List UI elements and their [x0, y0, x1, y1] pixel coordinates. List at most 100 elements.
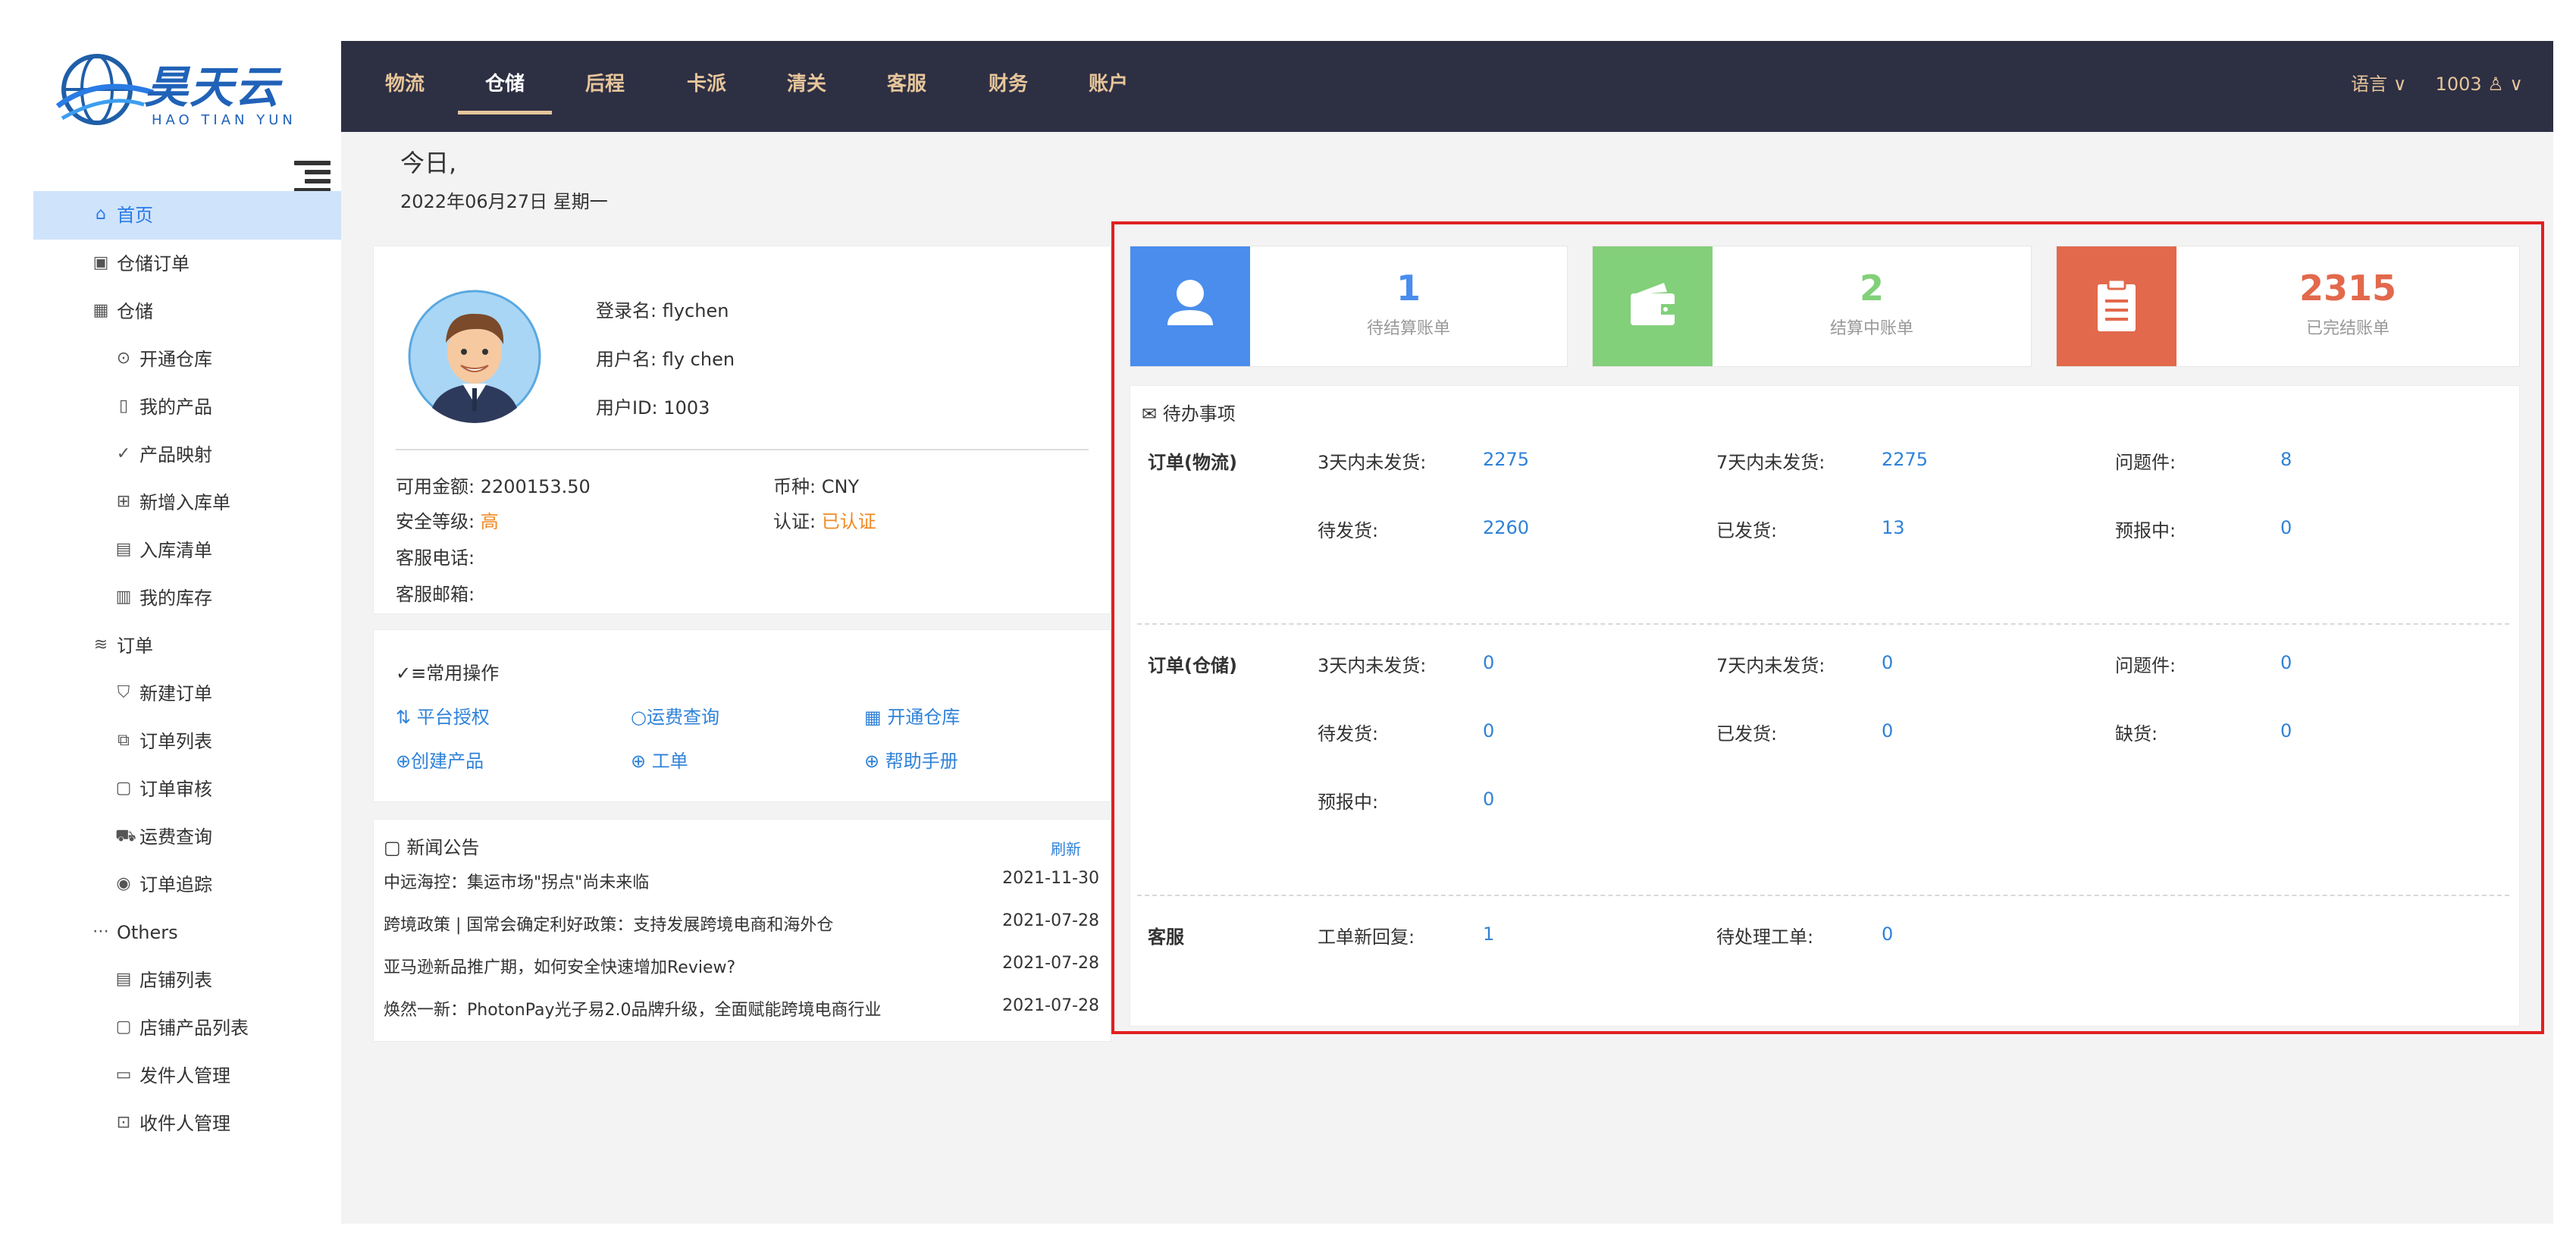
nav-customer-service[interactable]: 客服 [887, 41, 926, 132]
profile-divider [396, 449, 1089, 450]
sidebar-item-shop-products[interactable]: ▢ 店铺产品列表 [33, 1004, 341, 1052]
building-icon: ▦ [92, 301, 109, 320]
doc-list-icon: ▤ [115, 540, 132, 559]
profile-currency: 币种: CNY [773, 472, 859, 498]
language-label: 语言 [2351, 74, 2388, 95]
sidebar-item-my-products[interactable]: ▯ 我的产品 [33, 383, 341, 431]
sidebar-item-freight-query[interactable]: ⛟ 运费查询 [33, 813, 341, 861]
op-open-warehouse[interactable]: ▦ 开通仓库 [864, 702, 960, 729]
profile-currency-value: CNY [821, 476, 860, 497]
sidebar-item-order-list[interactable]: ⧉ 订单列表 [33, 717, 341, 766]
profile-service-phone: 客服电话: [396, 547, 475, 569]
sidebar-item-label: 店铺列表 [139, 970, 212, 991]
user-menu[interactable]: 1003 ♙ ∨ [2436, 74, 2523, 95]
op-help-manual[interactable]: ⊕ 帮助手册 [864, 746, 958, 773]
nav-finance[interactable]: 财务 [989, 41, 1028, 132]
phone-icon: ▯ [118, 397, 129, 415]
highlight-box [1111, 221, 2544, 1034]
clipboard-icon: ▢ [115, 779, 132, 798]
chevron-down-icon: ∨ [2509, 74, 2523, 95]
exchange-icon: ⇅ [396, 707, 412, 728]
profile-userid: 用户ID: 1003 [596, 393, 710, 419]
op-label: 帮助手册 [885, 751, 958, 772]
nav-trucking[interactable]: 卡派 [687, 41, 726, 132]
nav-last-mile[interactable]: 后程 [585, 41, 625, 132]
sidebar-item-new-inbound[interactable]: ⊞ 新增入库单 [33, 478, 341, 527]
sidebar-item-label: 订单 [117, 635, 153, 657]
sidebar-item-label: 新增入库单 [139, 492, 230, 513]
op-ticket[interactable]: ⊕ 工单 [631, 746, 688, 773]
home-icon: ⌂ [96, 205, 106, 224]
nav-account[interactable]: 账户 [1089, 41, 1128, 132]
nav-warehouse[interactable]: 仓储 [485, 41, 525, 132]
sidebar-item-new-order[interactable]: ⛉ 新建订单 [33, 669, 341, 718]
sidebar-item-order-tracking[interactable]: ◉ 订单追踪 [33, 861, 341, 909]
brand-name-cn: 昊天云 [144, 61, 281, 113]
profile-username: 用户名: fly chen [596, 344, 735, 371]
sidebar-item-orders[interactable]: ≋ 订单 [33, 622, 341, 670]
list-check-icon: ✓ [116, 444, 131, 463]
profile-cert-value: 已认证 [821, 511, 876, 532]
folder-in-icon: ⊡ [116, 1113, 131, 1132]
ellipsis-icon: ⋯ [92, 922, 109, 941]
sidebar-item-home[interactable]: ⌂ 首页 [33, 191, 341, 240]
profile-balance-value: 2200153.50 [480, 476, 591, 497]
news-item[interactable]: 亚马逊新品推广期，如何安全快速增加Review? 2021-07-28 [384, 954, 1099, 984]
sidebar-item-label: 订单列表 [139, 731, 212, 752]
news-item-date: 2021-07-28 [1002, 911, 1099, 930]
nav-logistics[interactable]: 物流 [385, 41, 425, 132]
sidebar-item-product-mapping[interactable]: ✓ 产品映射 [33, 431, 341, 479]
nav-user-area: 语言 ∨ 1003 ♙ ∨ [2351, 41, 2523, 132]
news-item[interactable]: 跨境政策 | 国常会确定利好政策：支持发展跨境电商和海外仓 2021-07-28 [384, 911, 1099, 942]
sidebar-item-others[interactable]: ⋯ Others [33, 908, 341, 957]
common-ops-title: ✓≡常用操作 [396, 658, 499, 685]
plus-circle-icon: ⊕ [864, 751, 880, 772]
news-refresh-button[interactable]: 刷新 [1051, 837, 1081, 859]
profile-balance: 可用金额: 2200153.50 [396, 472, 591, 498]
sidebar-item-label: 我的库存 [139, 588, 212, 609]
sidebar-item-order-review[interactable]: ▢ 订单审核 [33, 765, 341, 814]
user-id-label: 1003 [2435, 74, 2482, 95]
news-item[interactable]: 中远海控：集运市场"拐点"尚未来临 2021-11-30 [384, 869, 1099, 899]
brand-logo[interactable]: 昊天云 HAO TIAN YUN [55, 45, 327, 136]
news-icon: ▢ [384, 837, 401, 858]
nav-active-indicator [458, 111, 552, 114]
sidebar-item-label: 仓储订单 [117, 253, 190, 274]
sidebar-item-recipient-management[interactable]: ⊡ 收件人管理 [33, 1099, 341, 1148]
sidebar-item-shop-list[interactable]: ▤ 店铺列表 [33, 956, 341, 1005]
profile-service-email: 客服邮箱: [396, 584, 475, 605]
plus-circle-icon: ⊕ [396, 751, 412, 772]
news-item-title: 中远海控：集运市场"拐点"尚未来临 [384, 873, 650, 892]
database-icon: ≋ [93, 635, 108, 654]
profile-balance-label: 可用金额: [396, 476, 475, 497]
eye-icon: ◉ [116, 874, 131, 893]
top-navigation: 物流 仓储 后程 卡派 清关 客服 财务 账户 语言 ∨ 1003 ♙ ∨ [341, 41, 2553, 132]
news-item-date: 2021-07-28 [1002, 996, 1099, 1015]
sidebar-collapse-icon[interactable] [294, 161, 331, 193]
news-title: ▢ 新闻公告 [384, 832, 479, 859]
op-platform-auth[interactable]: ⇅ 平台授权 [396, 702, 490, 729]
clipboard-icon: ▢ [115, 1017, 132, 1036]
language-select[interactable]: 语言 ∨ [2351, 74, 2406, 95]
news-item-title: 亚马逊新品推广期，如何安全快速增加Review? [384, 958, 736, 977]
search-icon: ○ [631, 707, 647, 728]
profile-userid-label: 用户ID: [596, 397, 658, 419]
avatar-person-icon [408, 290, 541, 423]
op-freight-query[interactable]: ○运费查询 [631, 702, 719, 729]
sidebar-item-inbound-list[interactable]: ▤ 入库清单 [33, 526, 341, 575]
profile-cert-label: 认证: [773, 511, 816, 532]
user-icon: ♙ [2487, 74, 2504, 95]
doc-icon: ▤ [115, 970, 132, 989]
copy-icon: ⧉ [118, 731, 130, 750]
sidebar-item-my-inventory[interactable]: ▥ 我的库存 [33, 574, 341, 622]
sidebar-item-warehouse-orders[interactable]: ▣ 仓储订单 [33, 240, 341, 288]
sidebar-item-warehouse[interactable]: ▦ 仓储 [33, 287, 341, 336]
news-item[interactable]: 焕然一新：PhotonPay光子易2.0品牌升级，全面赋能跨境电商行业 2021-… [384, 996, 1099, 1027]
greeting-title: 今日, [400, 149, 457, 177]
sidebar-item-sender-management[interactable]: ▭ 发件人管理 [33, 1052, 341, 1100]
profile-username-label: 用户名: [596, 349, 657, 370]
op-create-product[interactable]: ⊕创建产品 [396, 746, 484, 773]
sidebar-item-label: 入库清单 [139, 540, 212, 561]
nav-customs[interactable]: 清关 [787, 41, 826, 132]
sidebar-item-open-warehouse[interactable]: ⊙ 开通仓库 [33, 335, 341, 384]
